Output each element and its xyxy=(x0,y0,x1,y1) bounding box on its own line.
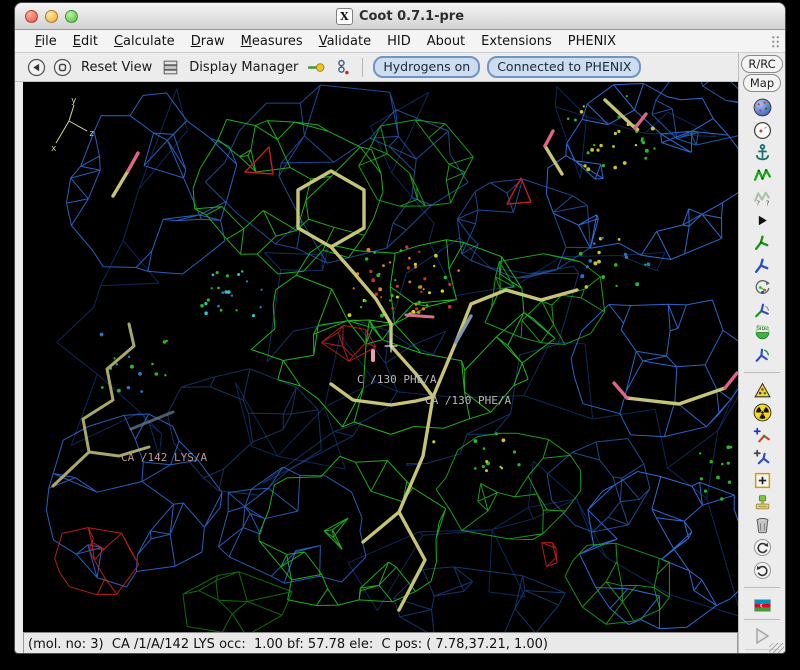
small-play-icon[interactable] xyxy=(753,211,772,230)
gl-canvas[interactable]: y x z C /130 PHE/A CA /130 PHE/A CA /142 LYS/… xyxy=(23,82,738,632)
toolbar-items: Reset View Display Manager Hydrogens on Con… xyxy=(27,56,641,78)
run-separator xyxy=(744,619,780,620)
back-circle-icon[interactable] xyxy=(27,58,46,77)
goto-atom-icon[interactable] xyxy=(307,58,326,77)
map-button[interactable]: Map xyxy=(743,74,781,92)
coot-window: X Coot 0.7.1-pre FileEditCalculateDrawMe… xyxy=(14,2,786,654)
menubar: FileEditCalculateDrawMeasuresValidateHID… xyxy=(15,30,785,53)
svg-text:CA /130 PHE/A: CA /130 PHE/A xyxy=(425,394,511,407)
menu-about[interactable]: About xyxy=(419,32,473,51)
run-area xyxy=(739,615,785,655)
zoom-button[interactable] xyxy=(65,10,78,23)
rrc-button[interactable]: R/RC xyxy=(741,55,782,73)
rotamer-blue-icon[interactable] xyxy=(753,256,772,275)
mutate-hazard-icon[interactable] xyxy=(753,381,772,400)
chi-angles-icon[interactable] xyxy=(753,301,772,320)
toolbar-separator xyxy=(362,58,363,77)
menu-edit[interactable]: Edit xyxy=(65,32,106,51)
menu-validate[interactable]: Validate xyxy=(311,32,379,51)
resize-grip[interactable] xyxy=(769,643,784,655)
svg-text:?: ? xyxy=(756,198,760,207)
menu-hid[interactable]: HID xyxy=(379,32,419,51)
statusbar: (mol. no: 3) CA /1/A/142 LYS occ: 1.00 b… xyxy=(23,632,738,654)
add-terminal-residue-icon[interactable] xyxy=(753,426,772,445)
green-squiggle-refine-icon[interactable] xyxy=(753,166,772,185)
add-atom-plus-icon[interactable] xyxy=(753,471,772,490)
window-body: Reset View Display Manager Hydrogens on Con… xyxy=(15,53,785,653)
display-manager-icon[interactable] xyxy=(161,58,180,77)
traffic-lights xyxy=(25,10,78,23)
stamp-brush-icon[interactable] xyxy=(753,493,772,512)
right-panel-separator xyxy=(744,372,780,373)
right-panel-separator xyxy=(744,587,780,588)
window-title: Coot 0.7.1-pre xyxy=(359,9,464,24)
svg-text:y: y xyxy=(71,96,77,106)
jed-flip-icon[interactable] xyxy=(753,346,772,365)
menu-extensions[interactable]: Extensions xyxy=(473,32,560,51)
svg-text:C /130 PHE/A: C /130 PHE/A xyxy=(357,373,437,386)
record-circle-icon[interactable] xyxy=(53,58,72,77)
menu-calculate[interactable]: Calculate xyxy=(106,32,183,51)
right-panel: R/RC Map ?? Side xyxy=(738,53,785,653)
dot-circle-icon[interactable] xyxy=(753,121,772,140)
sidechain-flip-icon[interactable]: Side xyxy=(753,323,772,342)
svg-text:z: z xyxy=(89,129,94,139)
phenix-connected-toggle[interactable]: Connected to PHENIX xyxy=(487,56,641,78)
titlebar[interactable]: X Coot 0.7.1-pre xyxy=(15,3,785,30)
reset-view-button[interactable]: Reset View xyxy=(81,60,152,75)
sphere-refine-icon[interactable] xyxy=(753,98,772,117)
menu-measures[interactable]: Measures xyxy=(233,32,311,51)
menubar-grip[interactable] xyxy=(771,35,780,48)
anchor-icon[interactable] xyxy=(753,143,772,162)
screen: { "titlebar": { "title": "Coot 0.7.1-pre… xyxy=(0,0,800,670)
x11-app-icon: X xyxy=(336,8,353,25)
rotamer-green-icon[interactable] xyxy=(753,233,772,252)
display-manager-button[interactable]: Display Manager xyxy=(189,60,298,75)
trash-delete-icon[interactable] xyxy=(753,516,772,535)
menubar-items: FileEditCalculateDrawMeasuresValidateHID… xyxy=(27,32,624,51)
menu-phenix[interactable]: PHENIX xyxy=(560,32,624,51)
svg-text:?: ? xyxy=(765,198,769,207)
molecule-dot-icon[interactable] xyxy=(333,58,352,77)
redo-icon[interactable] xyxy=(753,561,772,580)
left-column: Reset View Display Manager Hydrogens on Con… xyxy=(15,53,738,653)
undo-icon[interactable] xyxy=(753,538,772,557)
hydrogens-toggle[interactable]: Hydrogens on xyxy=(373,56,480,78)
add-alt-conf-icon[interactable] xyxy=(753,448,772,467)
svg-text:CA /142 LYS/A: CA /142 LYS/A xyxy=(121,451,207,464)
menu-file[interactable]: File xyxy=(27,32,65,51)
close-button[interactable] xyxy=(25,10,38,23)
minimize-button[interactable] xyxy=(45,10,58,23)
rotate-translate-icon[interactable] xyxy=(753,278,772,297)
right-icons: ?? Side xyxy=(744,98,780,615)
menu-draw[interactable]: Draw xyxy=(183,32,233,51)
statusbar-text: (mol. no: 3) CA /1/A/142 LYS occ: 1.00 b… xyxy=(28,637,548,652)
azerbaijan-flag-icon[interactable] xyxy=(753,596,772,615)
pale-squiggle-regularize-icon[interactable]: ?? xyxy=(753,188,772,207)
main-toolbar: Reset View Display Manager Hydrogens on Con… xyxy=(15,53,738,82)
simple-mutate-radiation-icon[interactable] xyxy=(753,403,772,422)
window-title-area: X Coot 0.7.1-pre xyxy=(15,3,785,29)
svg-text:x: x xyxy=(51,144,57,154)
